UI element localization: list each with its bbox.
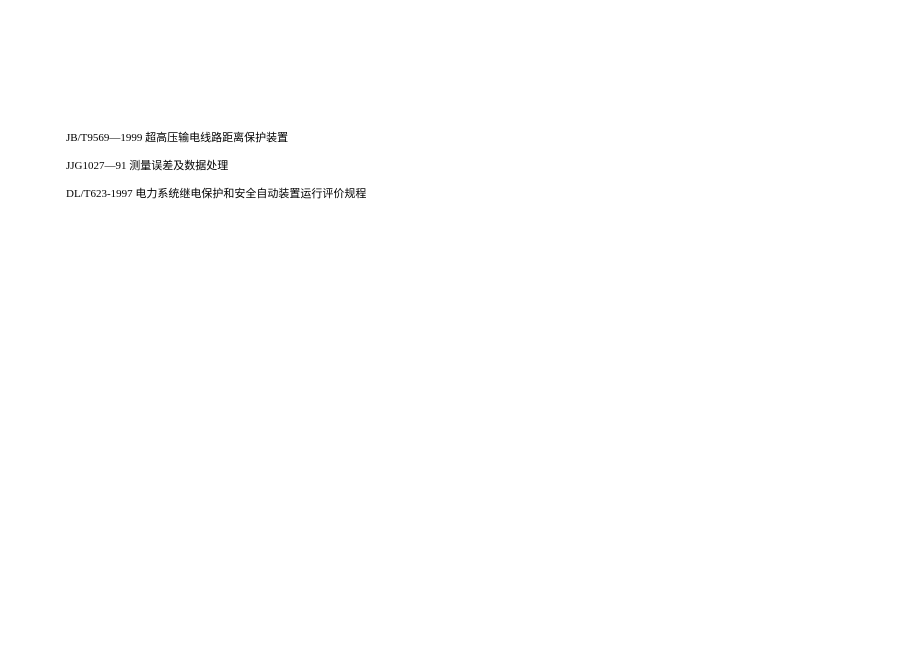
reference-entry: JJG1027—91 测量误差及数据处理 bbox=[66, 159, 920, 174]
reference-title: 测量误差及数据处理 bbox=[129, 160, 228, 172]
reference-title: 电力系统继电保护和安全自动装置运行评价规程 bbox=[135, 188, 366, 200]
reference-code: JB/T9569—1999 bbox=[66, 132, 142, 144]
reference-code: DL/T623-1997 bbox=[66, 188, 133, 200]
reference-title: 超高压输电线路距离保护装置 bbox=[145, 132, 288, 144]
reference-code: JJG1027—91 bbox=[66, 160, 127, 172]
reference-entry: JB/T9569—1999 超高压输电线路距离保护装置 bbox=[66, 131, 920, 146]
reference-entry: DL/T623-1997 电力系统继电保护和安全自动装置运行评价规程 bbox=[66, 187, 920, 202]
